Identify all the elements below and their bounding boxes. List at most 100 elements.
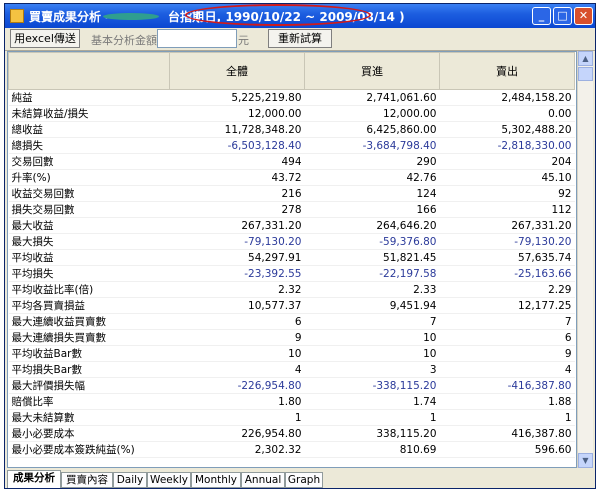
window-title: 買賣成果分析 - — [29, 10, 111, 24]
tab-買賣內容[interactable]: 買賣內容 — [61, 472, 113, 488]
scroll-up-icon[interactable]: ▲ — [578, 51, 593, 66]
row-label: 交易回數 — [8, 153, 170, 170]
row-label: 最大未結算數 — [8, 409, 170, 426]
table-row[interactable]: 升率(%) 43.72 42.76 45.10 — [8, 169, 575, 186]
table-row[interactable]: 總收益 11,728,348.20 6,425,860.00 5,302,488.20 — [8, 121, 575, 138]
cell-buy: 1.74 — [304, 393, 440, 410]
table-row[interactable]: 未結算收益/損失 12,000.00 12,000.00 0.00 — [8, 105, 575, 122]
vertical-scrollbar[interactable]: ▲ ▼ — [577, 51, 593, 468]
cell-buy: -338,115.20 — [304, 377, 440, 394]
cell-buy: 3 — [304, 361, 440, 378]
cell-buy: 10 — [304, 329, 440, 346]
table-row[interactable]: 平均各買賣損益 10,577.37 9,451.94 12,177.25 — [8, 297, 575, 314]
table-row[interactable]: 損失交易回數 278 166 112 — [8, 201, 575, 218]
cell-sell: -416,387.80 — [439, 377, 575, 394]
cell-all: -6,503,128.40 — [169, 137, 305, 154]
cell-all: 1.80 — [169, 393, 305, 410]
cell-all: 216 — [169, 185, 305, 202]
maximize-button[interactable]: □ — [553, 7, 572, 25]
table-row[interactable]: 賠償比率 1.80 1.74 1.88 — [8, 393, 575, 410]
table-row[interactable]: 交易回數 494 290 204 — [8, 153, 575, 170]
cell-sell: 45.10 — [439, 169, 575, 186]
table-row[interactable]: 平均損失 -23,392.55 -22,197.58 -25,163.66 — [8, 265, 575, 282]
table-row[interactable]: 最大連續損失買賣數 9 10 6 — [8, 329, 575, 346]
tab-graph[interactable]: Graph — [285, 472, 323, 488]
minimize-button[interactable]: _ — [532, 7, 551, 25]
cell-sell: 92 — [439, 185, 575, 202]
cell-all: 494 — [169, 153, 305, 170]
cell-buy: 7 — [304, 313, 440, 330]
cell-all: 2.32 — [169, 281, 305, 298]
column-header-label[interactable] — [8, 52, 170, 90]
cell-all: -226,954.80 — [169, 377, 305, 394]
tab-weekly[interactable]: Weekly — [147, 472, 191, 488]
tab-annual[interactable]: Annual — [241, 472, 285, 488]
row-label: 最大連續損失買賣數 — [8, 329, 170, 346]
table-row[interactable]: 平均損失Bar數 4 3 4 — [8, 361, 575, 378]
table-row[interactable]: 最大評價損失幅 -226,954.80 -338,115.20 -416,387.80 — [8, 377, 575, 394]
cell-buy: -3,684,798.40 — [304, 137, 440, 154]
cell-all: -79,130.20 — [169, 233, 305, 250]
column-header-buy[interactable]: 買進 — [304, 52, 440, 90]
table-row[interactable]: 最大連續收益買賣數 6 7 7 — [8, 313, 575, 330]
table-row[interactable]: 最大未結算數 1 1 1 — [8, 409, 575, 426]
table-row[interactable]: 總損失 -6,503,128.40 -3,684,798.40 -2,818,330.… — [8, 137, 575, 154]
cell-buy: 1 — [304, 409, 440, 426]
cell-buy: 810.69 — [304, 441, 440, 458]
analysis-window: 買賣成果分析 - 台指期 ( 日, 1990/10/22 ~ 2009/08/1… — [4, 3, 596, 489]
cell-sell: 7 — [439, 313, 575, 330]
cell-all: 10,577.37 — [169, 297, 305, 314]
cell-all: 9 — [169, 329, 305, 346]
cell-all: 11,728,348.20 — [169, 121, 305, 138]
table-row[interactable]: 收益交易回數 216 124 92 — [8, 185, 575, 202]
close-button[interactable]: ✕ — [574, 7, 593, 25]
row-label: 最小必要成本 — [8, 425, 170, 442]
cell-sell: 0.00 — [439, 105, 575, 122]
scroll-down-icon[interactable]: ▼ — [578, 453, 593, 468]
recalculate-button[interactable]: 重新試算 — [268, 29, 332, 48]
header-row: 全體 買進 賣出 — [8, 52, 575, 90]
cell-sell: -25,163.66 — [439, 265, 575, 282]
row-label: 純益 — [8, 89, 170, 106]
column-header-all[interactable]: 全體 — [169, 52, 305, 90]
tab-成果分析[interactable]: 成果分析 — [7, 470, 61, 488]
table-row[interactable]: 最大損失 -79,130.20 -59,376.80 -79,130.20 — [8, 233, 575, 250]
title-bar[interactable]: 買賣成果分析 - 台指期 ( 日, 1990/10/22 ~ 2009/08/1… — [5, 4, 595, 28]
row-label: 平均收益比率(倍) — [8, 281, 170, 298]
cell-sell: 596.60 — [439, 441, 575, 458]
export-excel-button[interactable]: 用excel傳送 — [10, 29, 80, 48]
cell-sell: 4 — [439, 361, 575, 378]
cell-sell: 9 — [439, 345, 575, 362]
scroll-thumb[interactable] — [578, 67, 593, 81]
table-row[interactable]: 最大收益 267,331.20 264,646.20 267,331.20 — [8, 217, 575, 234]
row-label: 最大損失 — [8, 233, 170, 250]
cell-buy: 10 — [304, 345, 440, 362]
cell-sell: 2,484,158.20 — [439, 89, 575, 106]
cell-sell: 112 — [439, 201, 575, 218]
cell-sell: 1 — [439, 409, 575, 426]
cell-all: 4 — [169, 361, 305, 378]
results-grid[interactable]: 全體 買進 賣出 純益 5,225,219.80 2,741,061.60 2,484… — [7, 51, 577, 468]
table-row[interactable]: 純益 5,225,219.80 2,741,061.60 2,484,158.20 — [8, 89, 575, 106]
table-row[interactable]: 平均收益Bar數 10 10 9 — [8, 345, 575, 362]
cell-buy: 338,115.20 — [304, 425, 440, 442]
table-row[interactable]: 最小必要成本 226,954.80 338,115.20 416,387.80 — [8, 425, 575, 442]
column-header-sell[interactable]: 賣出 — [439, 52, 575, 90]
cell-all: 12,000.00 — [169, 105, 305, 122]
cell-all: 6 — [169, 313, 305, 330]
cell-buy: 166 — [304, 201, 440, 218]
cell-all: 278 — [169, 201, 305, 218]
table-row[interactable]: 平均收益 54,297.91 51,821.45 57,635.74 — [8, 249, 575, 266]
tab-monthly[interactable]: Monthly — [191, 472, 241, 488]
tab-daily[interactable]: Daily — [113, 472, 147, 488]
table-row[interactable]: 最小必要成本簽跌純益(%) 2,302.32 810.69 596.60 — [8, 441, 575, 458]
cell-sell: 204 — [439, 153, 575, 170]
row-label: 最大連續收益買賣數 — [8, 313, 170, 330]
cell-sell: 267,331.20 — [439, 217, 575, 234]
cell-buy: 42.76 — [304, 169, 440, 186]
cell-all: 43.72 — [169, 169, 305, 186]
cell-sell: -79,130.20 — [439, 233, 575, 250]
table-row[interactable]: 平均收益比率(倍) 2.32 2.33 2.29 — [8, 281, 575, 298]
cell-sell: -2,818,330.00 — [439, 137, 575, 154]
capital-input[interactable] — [157, 29, 237, 48]
